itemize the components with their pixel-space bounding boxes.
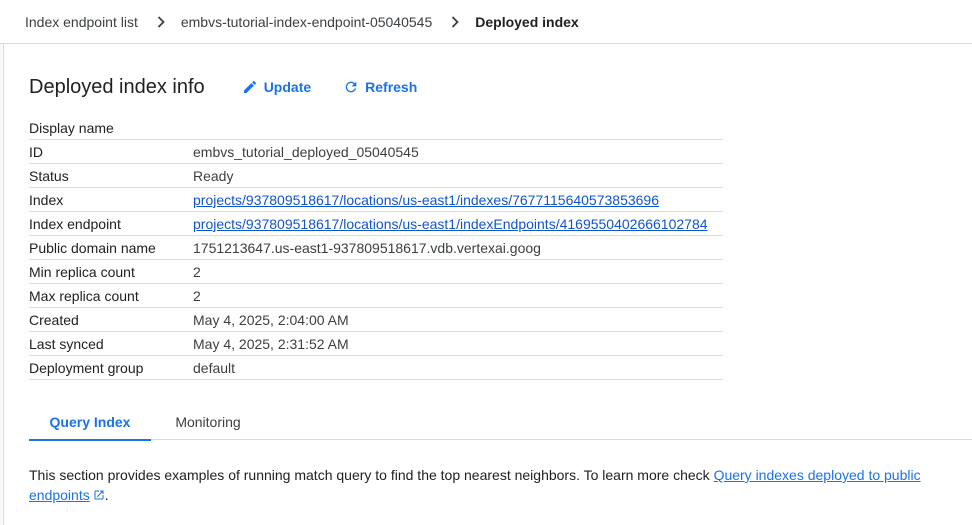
info-label: Public domain name — [29, 239, 156, 256]
index-link[interactable]: projects/937809518617/locations/us-east1… — [193, 192, 659, 208]
info-row-index-endpoint: Index endpoint projects/937809518617/loc… — [29, 212, 723, 236]
refresh-icon — [345, 81, 357, 93]
info-label: Deployment group — [29, 359, 144, 376]
info-value: embvs_tutorial_deployed_05040545 — [193, 143, 419, 160]
info-label: Index endpoint — [29, 215, 121, 232]
info-row-deployment-group: Deployment group default — [29, 356, 723, 380]
page-title: Deployed index info — [29, 75, 205, 98]
tab-bar: Query Index Monitoring — [29, 404, 972, 441]
update-button[interactable]: Update — [242, 79, 311, 95]
info-label: Display name — [29, 119, 114, 136]
info-row-created: Created May 4, 2025, 2:04:00 AM — [29, 308, 723, 332]
breadcrumb-index-endpoint[interactable]: embvs-tutorial-index-endpoint-05040545 — [181, 14, 432, 30]
refresh-label: Refresh — [365, 79, 418, 95]
info-row-last-synced: Last synced May 4, 2025, 2:31:52 AM — [29, 332, 723, 356]
info-label: Status — [29, 167, 69, 184]
breadcrumb-index-endpoint-list[interactable]: Index endpoint list — [25, 14, 138, 30]
info-label: Created — [29, 311, 79, 328]
tab-query-index[interactable]: Query Index — [29, 404, 151, 441]
status-value: Ready — [193, 167, 234, 184]
info-row-index: Index projects/937809518617/locations/us… — [29, 188, 723, 212]
info-row-max-replica-count: Max replica count 2 — [29, 284, 723, 308]
index-endpoint-link[interactable]: projects/937809518617/locations/us-east1… — [193, 216, 708, 232]
info-row-public-domain-name: Public domain name 1751213647.us-east1-9… — [29, 236, 723, 260]
description-suffix: . — [104, 487, 109, 503]
breadcrumb: Index endpoint list embvs-tutorial-index… — [0, 0, 972, 44]
info-row-id: ID embvs_tutorial_deployed_05040545 — [29, 140, 723, 164]
info-value: May 4, 2025, 2:31:52 AM — [193, 335, 349, 352]
info-row-min-replica-count: Min replica count 2 — [29, 260, 723, 284]
open-in-new-icon — [94, 490, 104, 500]
info-row-status: Status Ready — [29, 164, 723, 188]
description-text: This section provides examples of runnin… — [29, 467, 714, 483]
info-value: 2 — [193, 263, 201, 280]
info-value: 1751213647.us-east1-937809518617.vdb.ver… — [193, 239, 541, 256]
info-value: default — [193, 359, 236, 376]
tab-monitoring[interactable]: Monitoring — [151, 404, 265, 440]
refresh-button[interactable]: Refresh — [343, 79, 417, 95]
info-row-display-name: Display name — [29, 116, 723, 140]
pencil-icon — [243, 80, 256, 93]
info-label: Min replica count — [29, 263, 135, 280]
query-section-description: This section provides examples of runnin… — [29, 465, 949, 505]
update-label: Update — [263, 79, 312, 95]
info-value: 2 — [193, 287, 201, 304]
page-header: Deployed index info Update Refresh — [29, 72, 417, 102]
info-label: ID — [29, 143, 43, 160]
info-label: Max replica count — [29, 287, 139, 304]
info-label: Last synced — [29, 335, 104, 352]
breadcrumb-deployed-index: Deployed index — [475, 13, 579, 30]
deployed-index-info-table: Display name ID embvs_tutorial_deployed_… — [29, 116, 723, 380]
info-label: Index — [29, 191, 64, 208]
side-panel-edge — [0, 44, 4, 525]
chevron-right-icon — [151, 15, 171, 28]
info-value: May 4, 2025, 2:04:00 AM — [193, 311, 349, 328]
chevron-right-icon — [445, 15, 465, 28]
